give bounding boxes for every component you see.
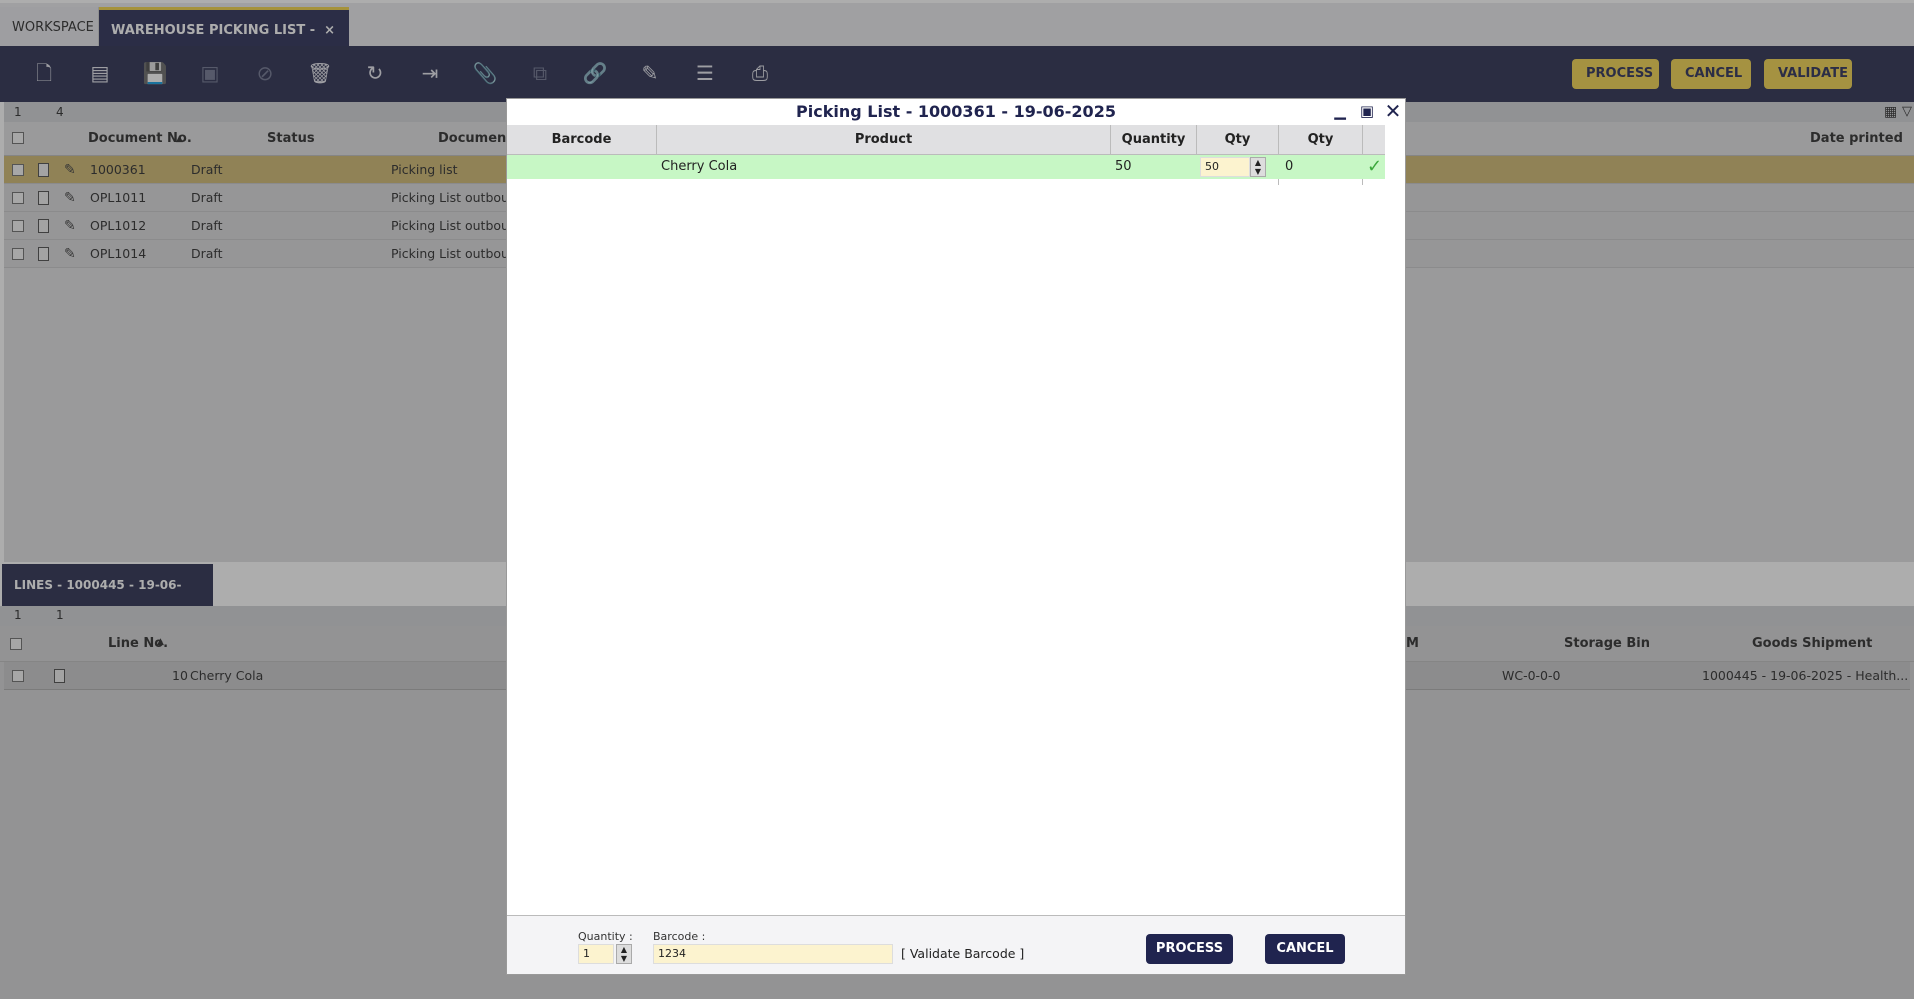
verified-check-icon: ✓ xyxy=(1367,156,1383,177)
modal-footer: Quantity : 1 ▲ ▼ Barcode : 1234 [ Validat… xyxy=(507,915,1405,974)
close-icon[interactable]: ✕ xyxy=(1384,101,1402,121)
modal-process-button[interactable]: PROCESS xyxy=(1146,934,1233,964)
minimize-icon[interactable]: ▁ xyxy=(1331,102,1349,120)
quantity-stepper[interactable]: ▲ ▼ xyxy=(616,944,632,964)
modal-title: Picking List - 1000361 - 19-06-2025 xyxy=(507,99,1405,125)
table-row[interactable]: Cherry Cola 50 50 ▲ ▼ 0 ✓ xyxy=(507,155,1385,179)
validate-barcode-link[interactable]: [ Validate Barcode ] xyxy=(901,946,1024,961)
qty-verified-stepper[interactable]: ▲ ▼ xyxy=(1250,157,1266,177)
qty-verified-input[interactable]: 50 xyxy=(1200,157,1250,177)
modal-grid-header: Barcode Product Quantity Qty Verified Qt… xyxy=(507,125,1385,185)
header-barcode[interactable]: Barcode xyxy=(507,125,657,155)
maximize-icon[interactable]: ▣ xyxy=(1358,102,1376,120)
header-quantity[interactable]: Quantity xyxy=(1111,125,1197,155)
barcode-input[interactable]: 1234 xyxy=(653,944,893,964)
header-product[interactable]: Product xyxy=(657,125,1111,155)
modal-cancel-button[interactable]: CANCEL xyxy=(1265,934,1345,964)
quantity-label: Quantity : xyxy=(578,930,633,943)
picking-list-modal: Picking List - 1000361 - 19-06-2025 ▁ ▣ … xyxy=(506,98,1406,975)
cell-qty-pending: 0 xyxy=(1285,159,1294,174)
cell-product: Cherry Cola xyxy=(661,159,738,174)
barcode-label: Barcode : xyxy=(653,930,706,943)
quantity-input[interactable]: 1 xyxy=(578,944,614,964)
cell-quantity: 50 xyxy=(1115,159,1132,174)
